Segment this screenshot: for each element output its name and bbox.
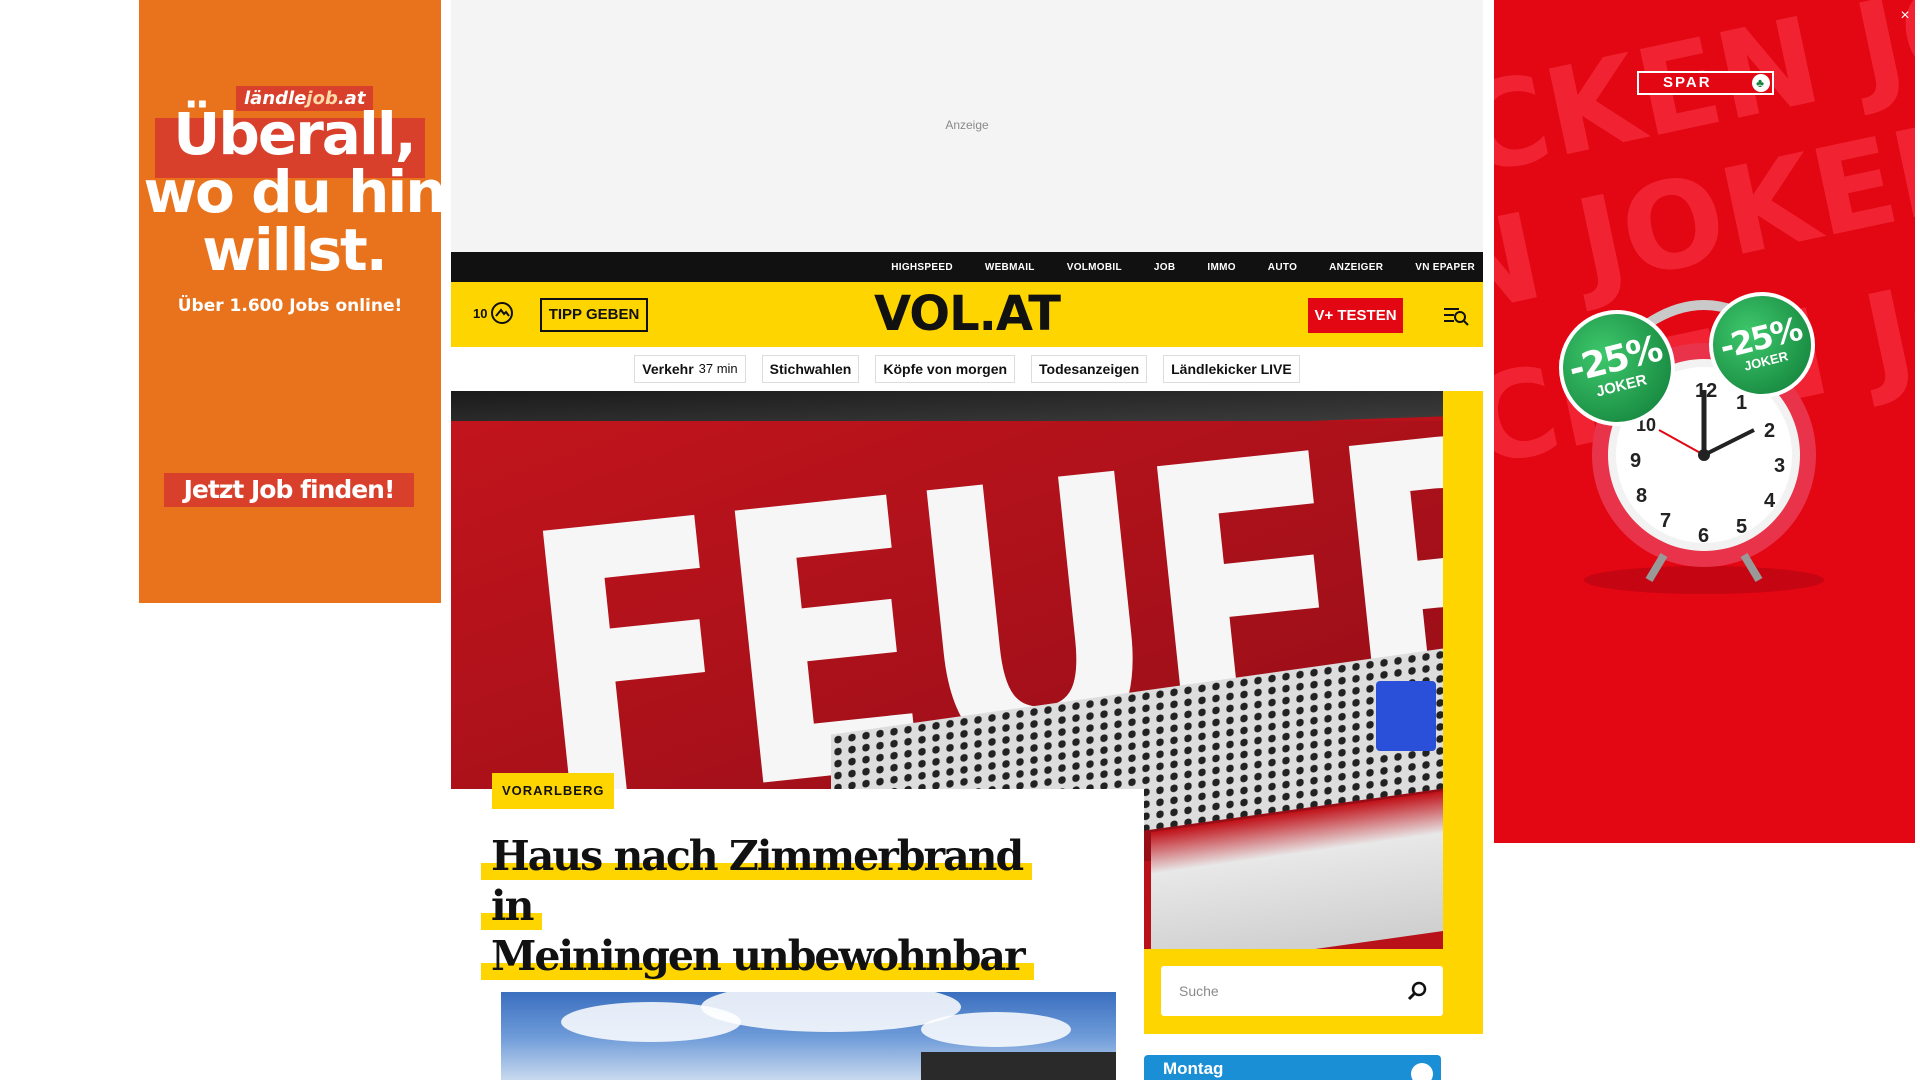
topbar-link-highspeed[interactable]: HIGHSPEED: [891, 262, 953, 273]
clock-number: 2: [1764, 420, 1776, 442]
clock-number: 8: [1636, 485, 1648, 507]
topbar-link-volmobil[interactable]: VOLMOBIL: [1067, 262, 1122, 273]
topbar-link-job[interactable]: JOB: [1154, 262, 1175, 273]
weather-temperature: 10: [473, 305, 488, 321]
ad-top-label: Anzeige: [945, 118, 989, 132]
quicklink-verkehr[interactable]: Verkehr 37 min: [634, 355, 746, 383]
spar-tree-icon: ♣: [1752, 74, 1770, 92]
clock-number: 7: [1660, 510, 1672, 532]
clock-number: 4: [1764, 490, 1776, 512]
ad-left-cta-button[interactable]: Jetzt Job finden!: [164, 473, 414, 507]
search-input[interactable]: [1161, 966, 1401, 1016]
weather-day-label: Montag: [1163, 1059, 1224, 1078]
clock-number: 6: [1698, 525, 1710, 547]
hero-image-light: [1376, 681, 1436, 751]
secondary-article-image[interactable]: [501, 992, 1116, 1080]
weather-widget[interactable]: 10: [473, 302, 514, 324]
clock-number: 5: [1736, 516, 1748, 538]
search-box: [1161, 966, 1443, 1016]
topbar-link-vn-epaper[interactable]: VN EPAPER: [1415, 262, 1475, 273]
quicklink-todesanzeigen[interactable]: Todesanzeigen: [1031, 355, 1148, 383]
weather-icon: [491, 302, 514, 324]
search-icon[interactable]: [1406, 980, 1428, 1002]
image-cloud: [921, 1012, 1071, 1047]
tipp-geben-button[interactable]: TIPP GEBEN: [540, 298, 648, 332]
menu-search-icon[interactable]: [1443, 304, 1469, 326]
article-category-badge[interactable]: VORARLBERG: [492, 773, 615, 809]
main-header: 10 TIPP GEBEN VOL.AT V+ TESTEN: [451, 282, 1483, 347]
quicklink-stichwahlen[interactable]: Stichwahlen: [761, 355, 860, 383]
spar-logo: SPAR ♣: [1637, 71, 1774, 95]
ad-right-spar[interactable]: CKEN JOKE N JOKER J CKEN JOK SPAR♣ 12 1 …: [1494, 0, 1915, 843]
vplus-testen-button[interactable]: V+ TESTEN: [1308, 298, 1403, 333]
quicklink-koepfe-von-morgen[interactable]: Köpfe von morgen: [875, 355, 1016, 383]
ad-left-subline: Über 1.600 Jobs online!: [177, 296, 403, 316]
article-title[interactable]: Haus nach Zimmerbrand in Meiningen unbewo…: [481, 831, 1041, 981]
topbar-link-webmail[interactable]: WEBMAIL: [985, 262, 1035, 273]
weather-day-widget[interactable]: Montag: [1144, 1055, 1441, 1080]
close-icon[interactable]: ×: [1897, 8, 1913, 24]
clock-number: 12: [1695, 380, 1718, 402]
quicklink-laendlekicker-live[interactable]: Ländlekicker LIVE: [1163, 355, 1300, 383]
service-navigation: HIGHSPEED WEBMAIL VOLMOBIL JOB IMMO AUTO…: [451, 252, 1483, 282]
ad-left-headline: Überall, wo du hin willst.: [143, 100, 441, 284]
ad-top-placeholder[interactable]: Anzeige: [451, 0, 1483, 252]
image-roof: [921, 1052, 1116, 1080]
topbar-link-auto[interactable]: AUTO: [1268, 262, 1297, 273]
clock-number: 9: [1630, 450, 1642, 472]
quicklinks-bar: Verkehr 37 min Stichwahlen Köpfe von morg…: [451, 347, 1483, 391]
topbar-link-immo[interactable]: IMMO: [1207, 262, 1235, 273]
chevron-right-icon[interactable]: [1411, 1063, 1433, 1080]
clock-number: 3: [1774, 455, 1786, 477]
ad-left-laendlejob[interactable]: ländlejob.at Überall, wo du hin willst. …: [139, 0, 441, 603]
topbar-link-anzeiger[interactable]: ANZEIGER: [1329, 262, 1383, 273]
